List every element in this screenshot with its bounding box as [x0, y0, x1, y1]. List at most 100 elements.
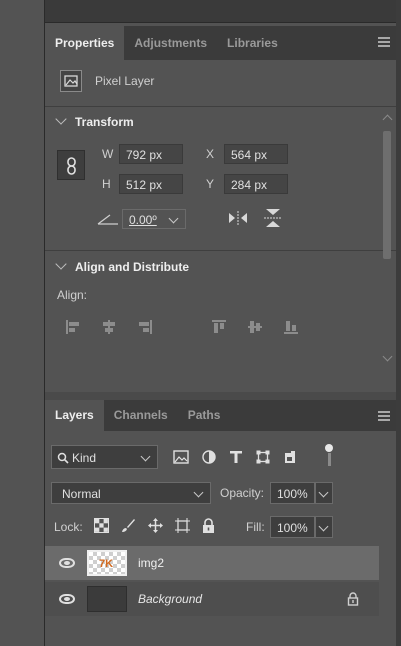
- x-row: X 564 px: [206, 144, 288, 164]
- height-field[interactable]: 512 px: [119, 174, 183, 194]
- svg-text:7K: 7K: [99, 558, 113, 570]
- right-edge-strip: [396, 0, 401, 646]
- layer-name[interactable]: Background: [138, 592, 202, 606]
- opacity-label: Opacity:: [220, 486, 265, 500]
- align-vertical-centers-icon[interactable]: [247, 319, 263, 335]
- lock-all-icon[interactable]: [202, 518, 215, 533]
- lock-image-pixels-brush-icon[interactable]: [121, 518, 136, 533]
- type-filter-icon[interactable]: [229, 450, 243, 464]
- width-field[interactable]: 792 px: [119, 144, 183, 164]
- panel-separator: [45, 392, 396, 400]
- search-icon: [57, 452, 69, 464]
- transform-title: Transform: [75, 115, 134, 129]
- chain-link-icon: [67, 157, 76, 175]
- lock-icons: [94, 518, 215, 533]
- tab-layers[interactable]: Layers: [45, 400, 104, 431]
- width-label: W: [102, 147, 114, 161]
- angle-value: 0.00º: [129, 213, 157, 227]
- visibility-eye-icon[interactable]: [59, 558, 75, 568]
- lock-position-move-icon[interactable]: [148, 518, 163, 533]
- lock-label: Lock:: [54, 520, 83, 534]
- layers-panel-menu-icon[interactable]: [378, 411, 390, 421]
- scroll-up-icon[interactable]: [382, 114, 392, 125]
- align-buttons: [65, 319, 299, 335]
- flip-vertical-icon[interactable]: [263, 207, 283, 229]
- angle-icon: [97, 214, 118, 225]
- layer-thumbnail: 7K: [87, 550, 127, 576]
- align-header[interactable]: Align and Distribute: [55, 258, 189, 274]
- align-top-edges-icon[interactable]: [211, 319, 227, 335]
- tab-libraries[interactable]: Libraries: [217, 26, 288, 60]
- chevron-down-icon: [55, 113, 67, 125]
- y-position-field[interactable]: 284 px: [224, 174, 288, 194]
- layers-tabs: Layers Channels Paths: [45, 400, 396, 431]
- layer-lock-icon: [347, 592, 359, 606]
- link-proportions-button[interactable]: [57, 150, 85, 180]
- x-label: X: [206, 147, 215, 161]
- smart-object-filter-icon[interactable]: [283, 450, 297, 464]
- chevron-down-icon: [193, 487, 204, 498]
- chevron-down-icon: [140, 451, 151, 462]
- align-left-edges-icon[interactable]: [65, 319, 81, 335]
- fill-dropdown[interactable]: [315, 516, 333, 538]
- layer-row-img2[interactable]: 7K img2: [45, 546, 379, 580]
- align-label: Align:: [57, 288, 88, 302]
- properties-panel: Properties Adjustments Libraries Pixel L…: [45, 26, 396, 392]
- x-position-field[interactable]: 564 px: [224, 144, 288, 164]
- properties-panel-menu-icon[interactable]: [378, 37, 390, 47]
- fill-field[interactable]: 100%: [270, 516, 315, 538]
- pixel-layer-icon: [60, 70, 82, 92]
- lock-transparent-pixels-icon[interactable]: [94, 518, 109, 533]
- prevent-auto-nesting-artboard-icon[interactable]: [175, 518, 190, 533]
- angle-row: 0.00º: [96, 209, 186, 229]
- align-bottom-edges-icon[interactable]: [283, 319, 299, 335]
- width-row: W 792 px: [102, 144, 183, 164]
- visibility-eye-icon[interactable]: [59, 594, 75, 604]
- y-label: Y: [206, 177, 215, 191]
- align-right-edges-icon[interactable]: [137, 319, 153, 335]
- divider: [45, 106, 396, 107]
- thumbnail-image-icon: 7K: [99, 558, 113, 570]
- angle-field[interactable]: 0.00º: [122, 209, 186, 229]
- layer-row-background[interactable]: Background: [45, 582, 379, 616]
- chevron-down-icon: [55, 258, 67, 270]
- layers-panel: Layers Channels Paths Kind Normal Opacit…: [45, 400, 396, 646]
- shape-filter-icon[interactable]: [256, 450, 270, 464]
- blend-mode-dropdown[interactable]: Normal: [51, 482, 211, 504]
- chevron-down-icon: [318, 487, 329, 498]
- scroll-down-icon[interactable]: [382, 351, 392, 362]
- filter-toggle-switch[interactable]: [324, 444, 334, 466]
- pixel-filter-icon[interactable]: [173, 450, 189, 464]
- tab-properties[interactable]: Properties: [45, 26, 125, 60]
- layer-filter-icons: [173, 450, 297, 464]
- filter-kind-label: Kind: [72, 451, 97, 465]
- scroll-thumb[interactable]: [383, 131, 391, 259]
- adjustment-filter-icon[interactable]: [202, 450, 216, 464]
- collapsed-panel-bar: [45, 0, 396, 23]
- align-horizontal-centers-icon[interactable]: [101, 319, 117, 335]
- tab-adjustments[interactable]: Adjustments: [124, 26, 217, 60]
- flip-horizontal-icon[interactable]: [227, 210, 249, 226]
- properties-tabs: Properties Adjustments Libraries: [45, 26, 396, 60]
- layer-kind-label: Pixel Layer: [95, 74, 155, 88]
- layer-kind-row: Pixel Layer: [60, 70, 154, 92]
- chevron-down-icon: [168, 213, 179, 224]
- height-label: H: [102, 177, 111, 191]
- transform-header[interactable]: Transform: [55, 113, 134, 129]
- fill-label: Fill:: [246, 520, 265, 534]
- y-row: Y 284 px: [206, 174, 288, 194]
- layer-name[interactable]: img2: [138, 556, 164, 570]
- divider: [45, 250, 396, 251]
- blend-mode-value: Normal: [62, 487, 101, 501]
- tab-paths[interactable]: Paths: [178, 400, 231, 431]
- layer-thumbnail: [87, 586, 127, 612]
- opacity-dropdown[interactable]: [315, 482, 333, 504]
- properties-scrollbar[interactable]: [381, 112, 393, 362]
- height-row: H 512 px: [102, 174, 183, 194]
- left-toolbar-area: [0, 0, 44, 646]
- chevron-down-icon: [318, 521, 329, 532]
- layer-filter-dropdown[interactable]: Kind: [51, 445, 158, 469]
- align-title: Align and Distribute: [75, 260, 189, 274]
- tab-channels[interactable]: Channels: [104, 400, 178, 431]
- opacity-field[interactable]: 100%: [270, 482, 315, 504]
